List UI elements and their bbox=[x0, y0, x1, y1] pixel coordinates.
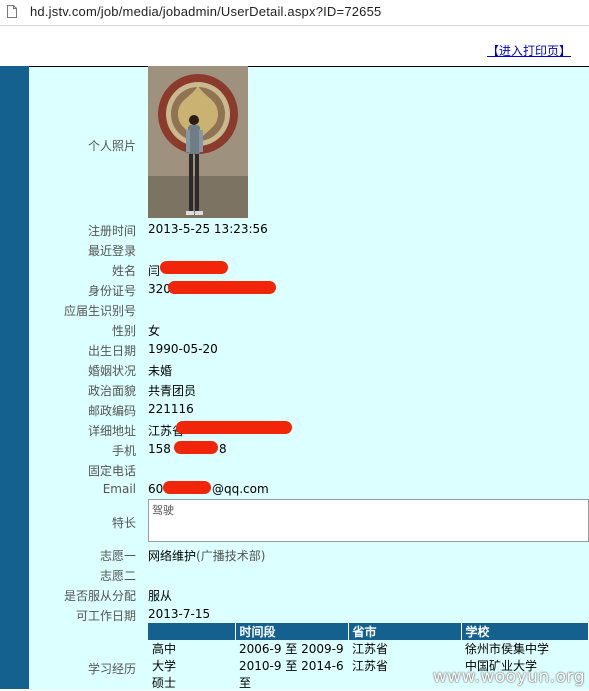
address-label: 详细地址 bbox=[87, 424, 136, 438]
table-header: 时间段 bbox=[235, 623, 349, 640]
print-page-link[interactable]: 【进入打印页】 bbox=[487, 42, 571, 59]
marital-value: 未婚 bbox=[148, 364, 173, 378]
mobile-label: 手机 bbox=[111, 444, 136, 458]
postcode-value: 221116 bbox=[148, 402, 194, 416]
table-header-row: 时间段 省市 学校 bbox=[148, 623, 589, 640]
available-value: 2013-7-15 bbox=[148, 607, 211, 621]
id-redaction bbox=[168, 281, 276, 294]
mobile-prefix: 158 bbox=[148, 442, 171, 456]
obey-label: 是否服从分配 bbox=[63, 589, 136, 603]
table-row: 高中 2006-9 至 2009-9 江苏省 徐州市侯集中学 bbox=[148, 640, 589, 657]
table-cell: 江苏省 bbox=[352, 642, 389, 656]
page-icon bbox=[7, 5, 17, 18]
wish1-label: 志愿一 bbox=[99, 549, 136, 563]
email-prefix: 60 bbox=[148, 482, 164, 496]
table-cell: 大学 bbox=[152, 659, 177, 673]
obey-value: 服从 bbox=[148, 589, 173, 603]
name-redaction bbox=[160, 261, 228, 274]
wish2-label: 志愿二 bbox=[99, 569, 136, 583]
specialty-label: 特长 bbox=[111, 516, 136, 530]
reg-time-label: 注册时间 bbox=[87, 224, 136, 238]
email-suffix: @qq.com bbox=[212, 482, 269, 496]
table-cell: 至 bbox=[239, 676, 252, 690]
reg-time-value: 2013-5-25 13:23:56 bbox=[148, 222, 268, 236]
photo-label: 个人照片 bbox=[87, 139, 136, 153]
table-header bbox=[148, 623, 236, 640]
watermark: www.wooyun.org bbox=[432, 667, 585, 687]
gender-value: 女 bbox=[148, 324, 161, 338]
birth-label: 出生日期 bbox=[87, 344, 136, 358]
political-label: 政治面貌 bbox=[87, 384, 136, 398]
left-sidebar bbox=[0, 66, 29, 689]
table-header: 学校 bbox=[461, 623, 589, 640]
last-login-label: 最近登录 bbox=[87, 244, 136, 258]
wish1-value: 网络维护(广播技术部) bbox=[148, 547, 265, 564]
wish1-dept: (广播技术部) bbox=[196, 549, 266, 563]
table-cell: 高中 bbox=[152, 642, 177, 656]
gender-label: 性别 bbox=[111, 324, 136, 338]
email-label: Email bbox=[102, 482, 136, 496]
postcode-label: 邮政编码 bbox=[87, 404, 136, 418]
name-label: 姓名 bbox=[111, 264, 136, 278]
wish1-job: 网络维护 bbox=[148, 549, 197, 563]
address-bar[interactable]: hd.jstv.com/job/media/jobadmin/UserDetai… bbox=[0, 0, 589, 26]
table-cell: 2010-9 至 2014-6 bbox=[239, 659, 344, 673]
phone-label: 固定电话 bbox=[87, 464, 136, 478]
birth-value: 1990-05-20 bbox=[148, 342, 218, 356]
table-cell: 2006-9 至 2009-9 bbox=[239, 642, 344, 656]
marital-label: 婚姻状况 bbox=[87, 364, 136, 378]
id-label: 身份证号 bbox=[87, 284, 136, 298]
table-header: 省市 bbox=[348, 623, 462, 640]
name-value: 闫 bbox=[148, 264, 161, 278]
available-label: 可工作日期 bbox=[75, 609, 136, 623]
profile-photo bbox=[148, 66, 248, 218]
mobile-suffix: 8 bbox=[219, 442, 227, 456]
address-redaction bbox=[176, 421, 292, 434]
mobile-redaction bbox=[174, 441, 218, 454]
student-no-label: 应届生识别号 bbox=[63, 304, 136, 318]
table-cell: 徐州市侯集中学 bbox=[465, 642, 550, 656]
edu-label: 学习经历 bbox=[87, 662, 136, 676]
url-text[interactable]: hd.jstv.com/job/media/jobadmin/UserDetai… bbox=[30, 4, 381, 19]
specialty-textarea[interactable]: 驾驶 bbox=[148, 499, 589, 542]
table-cell: 硕士 bbox=[152, 676, 177, 690]
political-value: 共青团员 bbox=[148, 384, 197, 398]
email-redaction bbox=[163, 481, 211, 494]
